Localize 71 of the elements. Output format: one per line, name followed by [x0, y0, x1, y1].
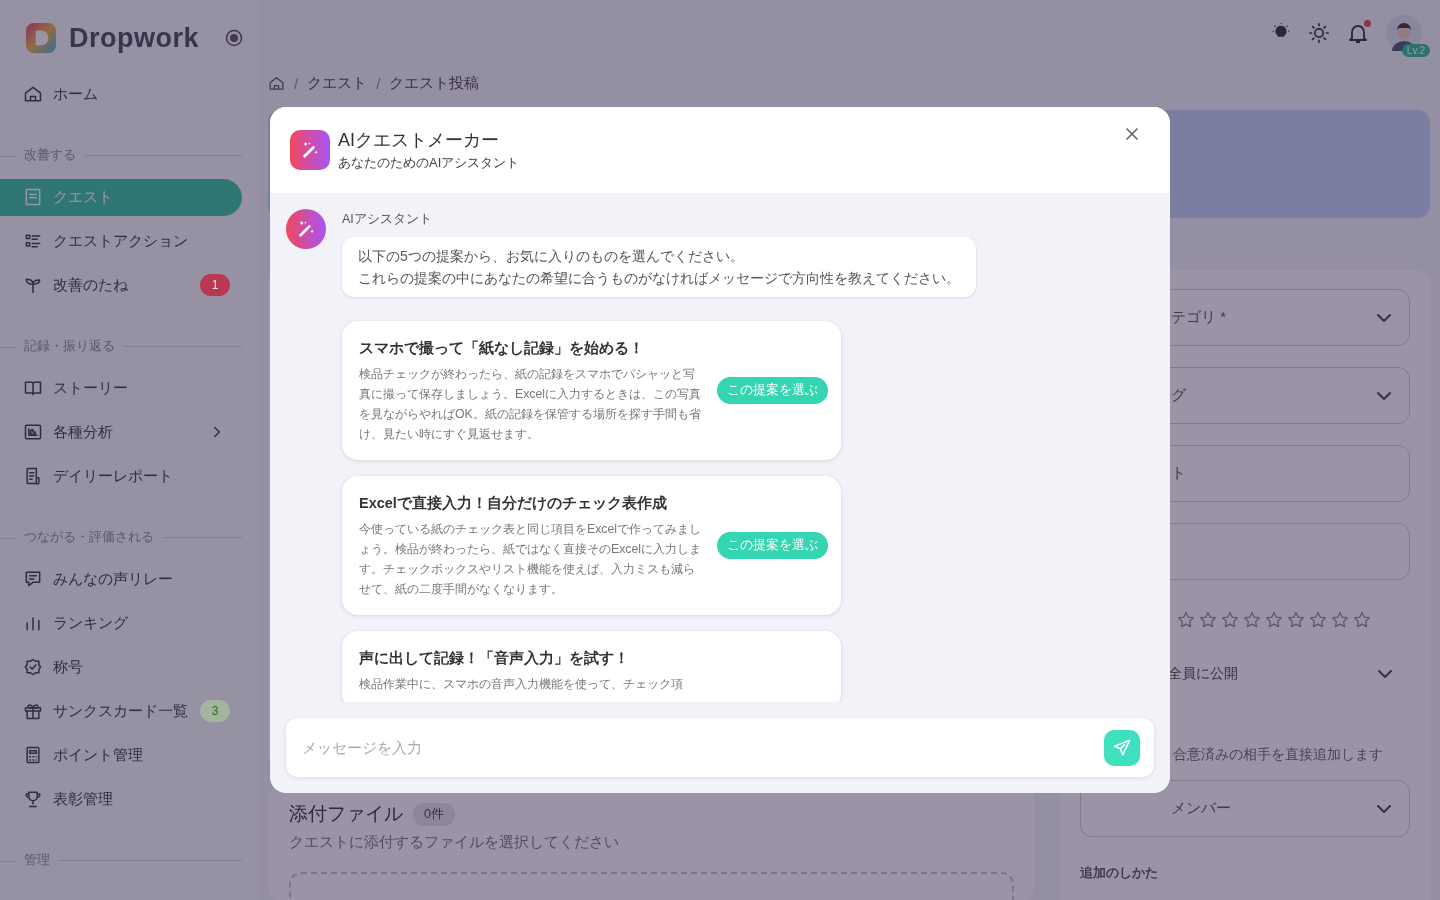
chart-icon — [23, 422, 43, 442]
star-icon — [1352, 610, 1372, 630]
sidebar-item[interactable]: 称号 — [0, 648, 242, 686]
calculator-icon — [23, 745, 43, 765]
sprout-icon — [23, 275, 43, 295]
sidebar-item[interactable]: ホーム — [0, 75, 242, 113]
count-badge: 3 — [200, 700, 230, 722]
sidebar-item[interactable]: 各種分析 — [0, 413, 242, 451]
section-title: 添付ファイル — [289, 802, 403, 826]
trophy-icon — [23, 789, 43, 809]
sidebar-item[interactable]: ランキング — [0, 604, 242, 642]
star-icon — [1330, 610, 1350, 630]
star-icon — [1198, 610, 1218, 630]
helper-text: 合意済みの相手を直接追加します — [1173, 746, 1384, 764]
star-icon — [1286, 610, 1306, 630]
list-icon — [23, 231, 43, 251]
magic-wand-icon — [290, 130, 330, 170]
select-field[interactable]: 全員に公開 — [1080, 658, 1410, 690]
suggestion-text: 今使っている紙のチェック表と同じ項目をExcelで作ってみましょう。検品が終わったら、紙ではなく直接そのExcelに入力します。チェックボックスやリスト機能を使えば、入力ミスも減らせて、紙の二度手間がなくなります。 — [359, 521, 703, 598]
suggestion-title: スマホで撮って「紙なし記録」を始める！ — [359, 339, 645, 358]
breadcrumb-separator: / — [376, 74, 381, 92]
sidebar-item[interactable]: 改善のたね 1 — [0, 266, 242, 304]
chevron-down-icon — [1378, 670, 1392, 678]
suggestion-title: Excelで直接入力！自分だけのチェック表作成 — [359, 494, 668, 513]
chevron-down-icon — [1377, 804, 1391, 813]
sun-icon[interactable] — [1308, 22, 1330, 44]
star-icon — [1242, 610, 1262, 630]
dialog-title: AIクエストメーカー — [338, 129, 500, 152]
sidebar-item[interactable]: ポイント管理 — [0, 736, 242, 774]
report-icon — [23, 466, 43, 486]
message-input[interactable]: メッセージを入力 — [300, 738, 1104, 757]
dialog-subtitle: あなたのためのAIアシスタント — [338, 154, 521, 172]
gift-icon — [23, 701, 43, 721]
sidebar-item[interactable]: デイリーレポート — [0, 457, 242, 495]
radio-icon[interactable] — [225, 29, 243, 47]
send-icon — [1112, 737, 1132, 758]
assistant-avatar — [286, 209, 326, 249]
suggestion-text: 検品作業中に、スマホの音声入力機能を使って、チェック項 — [359, 676, 684, 693]
star-icon — [1308, 610, 1328, 630]
message-text: 以下の5つの提案から、お気に入りのものを選んでください。 — [358, 247, 745, 266]
star-icon — [1176, 610, 1196, 630]
chat-icon — [23, 569, 43, 589]
document-icon — [23, 187, 43, 207]
book-icon — [23, 378, 43, 398]
home-icon[interactable] — [268, 74, 285, 92]
breadcrumb-link[interactable]: クエスト — [307, 73, 368, 93]
field-label: 追加のしかた — [1080, 864, 1159, 882]
message-text: これらの提案の中にあなたの希望に合うものがなければメッセージで方向性を教えてください。 — [358, 269, 960, 288]
hint-text: クエストに添付するファイルを選択してください — [289, 833, 620, 852]
breadcrumb-separator: / — [294, 74, 299, 92]
sidebar-item[interactable]: サンクスカード一覧 3 — [0, 692, 242, 730]
message-field[interactable]: メッセージを入力 — [286, 718, 1154, 777]
breadcrumb-link[interactable]: クエスト投稿 — [389, 73, 480, 93]
suggestion-title: 声に出して記録！「音声入力」を試す！ — [359, 649, 630, 668]
sidebar-item[interactable]: みんなの声リレー — [0, 560, 242, 598]
sidebar-item[interactable]: クエストアクション — [0, 222, 242, 260]
star-icon — [1264, 610, 1284, 630]
star-icon — [1220, 610, 1240, 630]
count-badge: 0件 — [413, 802, 455, 826]
sidebar-item[interactable]: 表彰管理 — [0, 780, 242, 818]
sidebar-item[interactable]: ストーリー — [0, 369, 242, 407]
logo-text: Dropwork — [69, 22, 199, 54]
level-badge: Lv.2 — [1401, 44, 1430, 57]
chevron-down-icon — [1377, 313, 1391, 322]
badge-icon — [23, 657, 43, 677]
sender-name: AIアシスタント — [342, 211, 432, 228]
chevron-down-icon — [1377, 391, 1391, 400]
logo-icon — [25, 22, 57, 54]
home-icon — [23, 84, 43, 104]
suggestion-text: 検品チェックが終わったら、紙の記録をスマホでパシャッと写真に撮って保存しましょう。Excelに入力するときは、この写真を見ながらやればOK。紙の記録を保管する場所を探す手間も省け、見たい時にすぐ見返せます。 — [359, 366, 703, 443]
count-badge: 1 — [200, 274, 230, 296]
